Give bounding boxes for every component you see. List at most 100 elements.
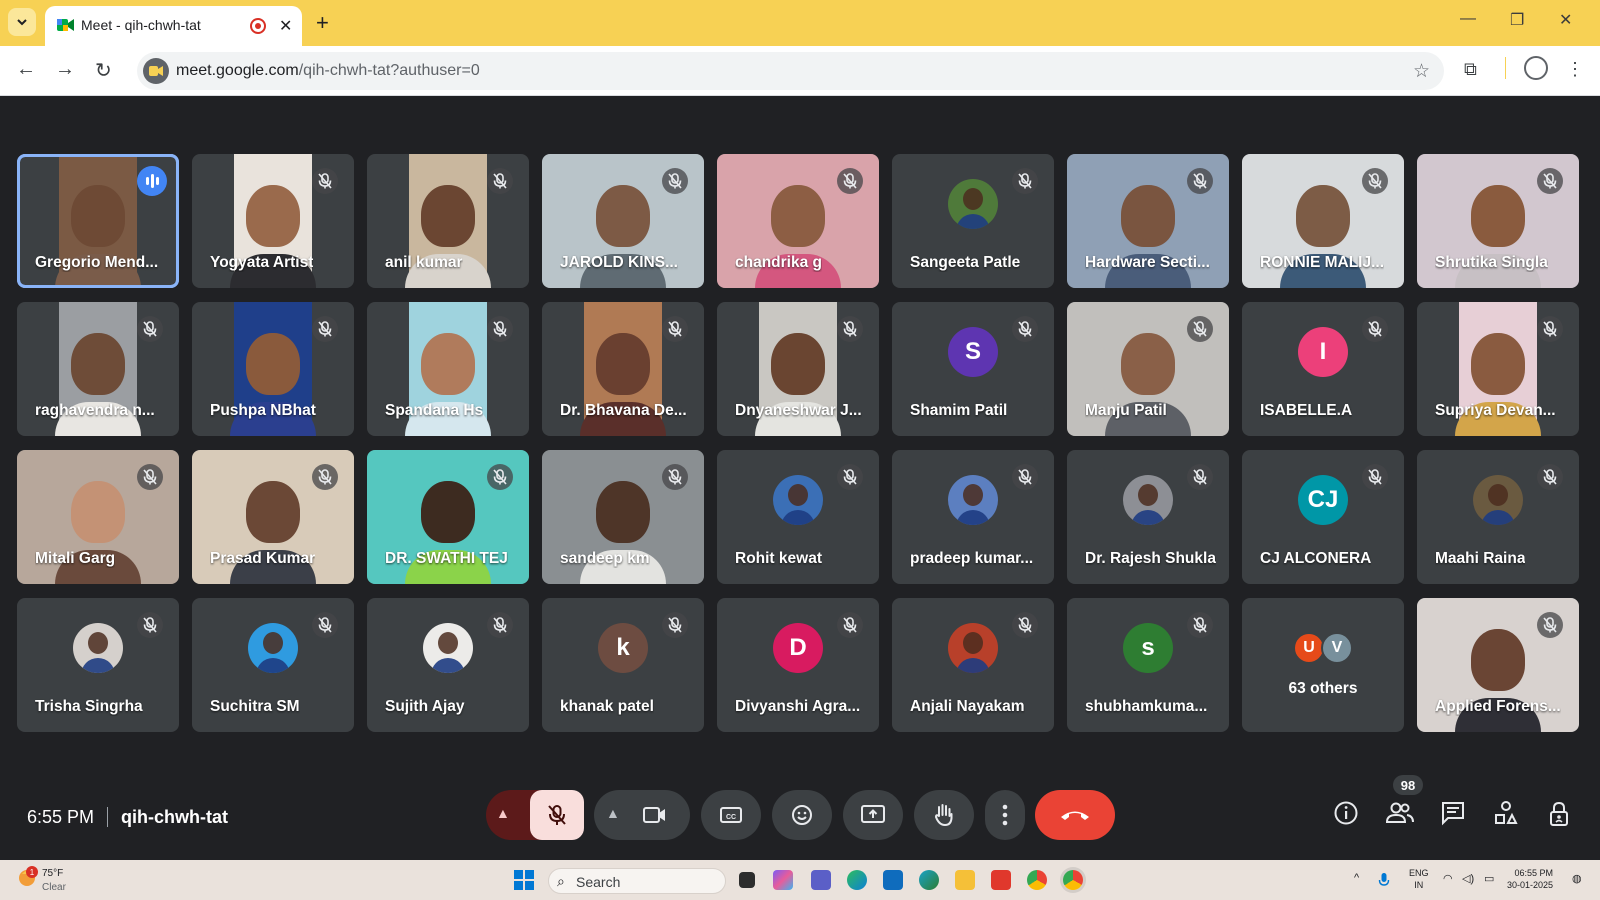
info-icon[interactable] [1333,800,1359,826]
participant-letter-avatar: CJ [1298,475,1348,525]
participant-tile[interactable]: Shrutika Singla [1417,154,1579,288]
participant-tile[interactable]: k khanak patel [542,598,704,732]
participant-tile[interactable]: Hardware Secti... [1067,154,1229,288]
participant-tile[interactable]: Yogyata Artist [192,154,354,288]
participant-name: Yogyata Artist [210,254,314,271]
participant-tile[interactable]: JAROLD KINS... [542,154,704,288]
taskbar-clock[interactable]: 06:55 PM 30-01-2025 [1505,867,1553,891]
browser-tab[interactable]: Meet - qih-chwh-tat ✕ [45,6,302,46]
participant-tile[interactable]: Dr. Rajesh Shukla [1067,450,1229,584]
participant-tile[interactable]: Applied Forens... [1417,598,1579,732]
site-info-icon[interactable] [143,58,169,84]
edge-dev-icon[interactable] [919,870,939,890]
participant-tile[interactable]: Supriya Devan... [1417,302,1579,436]
activities-icon[interactable] [1493,800,1519,826]
task-view-icon[interactable] [739,872,755,888]
camera-icon[interactable] [642,803,668,827]
leave-call-button[interactable] [1035,790,1115,840]
participant-tile[interactable]: Prasad Kumar [192,450,354,584]
chrome-icon[interactable] [1027,870,1047,890]
video-settings-chevron-icon[interactable]: ▲ [606,805,620,821]
present-button[interactable] [843,790,903,840]
people-icon[interactable] [1385,800,1415,826]
others-avatars: UV [1293,632,1353,664]
participant-tile[interactable]: I ISABELLE.A [1242,302,1404,436]
participant-tile[interactable]: Dr. Bhavana De... [542,302,704,436]
reactions-button[interactable] [772,790,832,840]
participant-tile[interactable]: Sangeeta Patle [892,154,1054,288]
windows-start-icon[interactable] [514,870,534,890]
participant-tile[interactable]: pradeep kumar... [892,450,1054,584]
participant-tile[interactable]: Anjali Nayakam [892,598,1054,732]
more-options-button[interactable] [985,790,1025,840]
participant-tile[interactable]: sandeep km [542,450,704,584]
tab-search-button[interactable] [8,8,36,36]
extensions-icon[interactable]: ⧉ [1464,59,1477,80]
participant-tile[interactable]: Rohit kewat [717,450,879,584]
participant-tile[interactable]: D Divyanshi Agra... [717,598,879,732]
participant-tile[interactable]: s shubhamkuma... [1067,598,1229,732]
back-icon[interactable]: ← [16,58,36,81]
edge-icon[interactable] [847,870,867,890]
participant-tile[interactable]: Dnyaneshwar J... [717,302,879,436]
participant-tile[interactable]: S Shamim Patil [892,302,1054,436]
browser-tab-strip: Meet - qih-chwh-tat ✕ + — ❐ ✕ [0,0,1600,46]
participant-tile[interactable]: Maahi Raina [1417,450,1579,584]
wifi-icon[interactable]: ◠ [1443,872,1453,885]
microphone-toggle-button[interactable] [530,790,584,840]
participant-video-face [1296,184,1350,247]
teams-icon[interactable] [811,870,831,890]
participant-tile[interactable]: Suchitra SM [192,598,354,732]
address-bar[interactable]: meet.google.com/qih-chwh-tat?authuser=0 … [137,52,1444,90]
taskbar-search[interactable]: ⌕ Search [548,868,726,894]
reload-icon[interactable]: ↻ [95,58,112,83]
chat-icon[interactable] [1440,800,1466,826]
battery-icon[interactable]: ▭ [1484,872,1494,885]
participant-tile[interactable]: Gregorio Mend... [17,154,179,288]
mail-icon[interactable] [883,870,903,890]
notifications-icon[interactable]: ◍ [1572,872,1582,885]
others-tile[interactable]: U V 63 others [1242,598,1404,732]
bookmark-star-icon[interactable]: ☆ [1413,60,1430,83]
chrome-active-icon[interactable] [1063,870,1083,890]
participant-tile[interactable]: Trisha Singrha [17,598,179,732]
participant-tile[interactable]: raghavendra n... [17,302,179,436]
host-controls-icon[interactable] [1547,800,1571,828]
participant-letter-avatar: s [1123,623,1173,673]
participant-tile[interactable]: RONNIE MALIJ... [1242,154,1404,288]
microphone-muted-icon [1537,168,1563,194]
file-explorer-icon[interactable] [955,870,975,890]
new-tab-button[interactable]: + [316,10,329,36]
audio-settings-chevron-icon[interactable]: ▲ [496,805,510,821]
participant-tile[interactable]: CJ CJ ALCONERA [1242,450,1404,584]
close-window-icon[interactable]: ✕ [1559,10,1572,30]
participant-tile[interactable]: Pushpa NBhat [192,302,354,436]
participant-tile[interactable]: DR. SWATHI TEJ [367,450,529,584]
office-icon[interactable] [991,870,1011,890]
participant-name: CJ ALCONERA [1260,550,1372,567]
browser-menu-icon[interactable]: ⋮ [1566,59,1584,80]
participant-video-face [71,184,125,247]
taskbar-microphone-icon[interactable] [1378,872,1390,888]
participant-tile[interactable]: Sujith Ajay [367,598,529,732]
participant-name: Hardware Secti... [1085,254,1210,271]
copilot-icon[interactable] [773,870,793,890]
captions-button[interactable]: CC [701,790,761,840]
show-hidden-icons-icon[interactable]: ^ [1354,872,1359,884]
toolbar-divider [1505,57,1506,79]
participant-tile[interactable]: Spandana Hs [367,302,529,436]
participant-video-face [771,184,825,247]
minimize-icon[interactable]: — [1460,10,1476,28]
close-tab-icon[interactable]: ✕ [279,16,292,36]
input-language[interactable]: ENG IN [1409,867,1429,891]
forward-icon[interactable]: → [55,58,75,81]
participant-tile[interactable]: Mitali Garg [17,450,179,584]
participant-tile[interactable]: anil kumar [367,154,529,288]
restore-icon[interactable]: ❐ [1510,10,1524,30]
profile-avatar[interactable] [1524,56,1548,80]
participant-photo-avatar [948,179,998,229]
volume-icon[interactable]: ◁) [1462,872,1474,885]
raise-hand-button[interactable] [914,790,974,840]
participant-tile[interactable]: Manju Patil [1067,302,1229,436]
participant-tile[interactable]: chandrika g [717,154,879,288]
